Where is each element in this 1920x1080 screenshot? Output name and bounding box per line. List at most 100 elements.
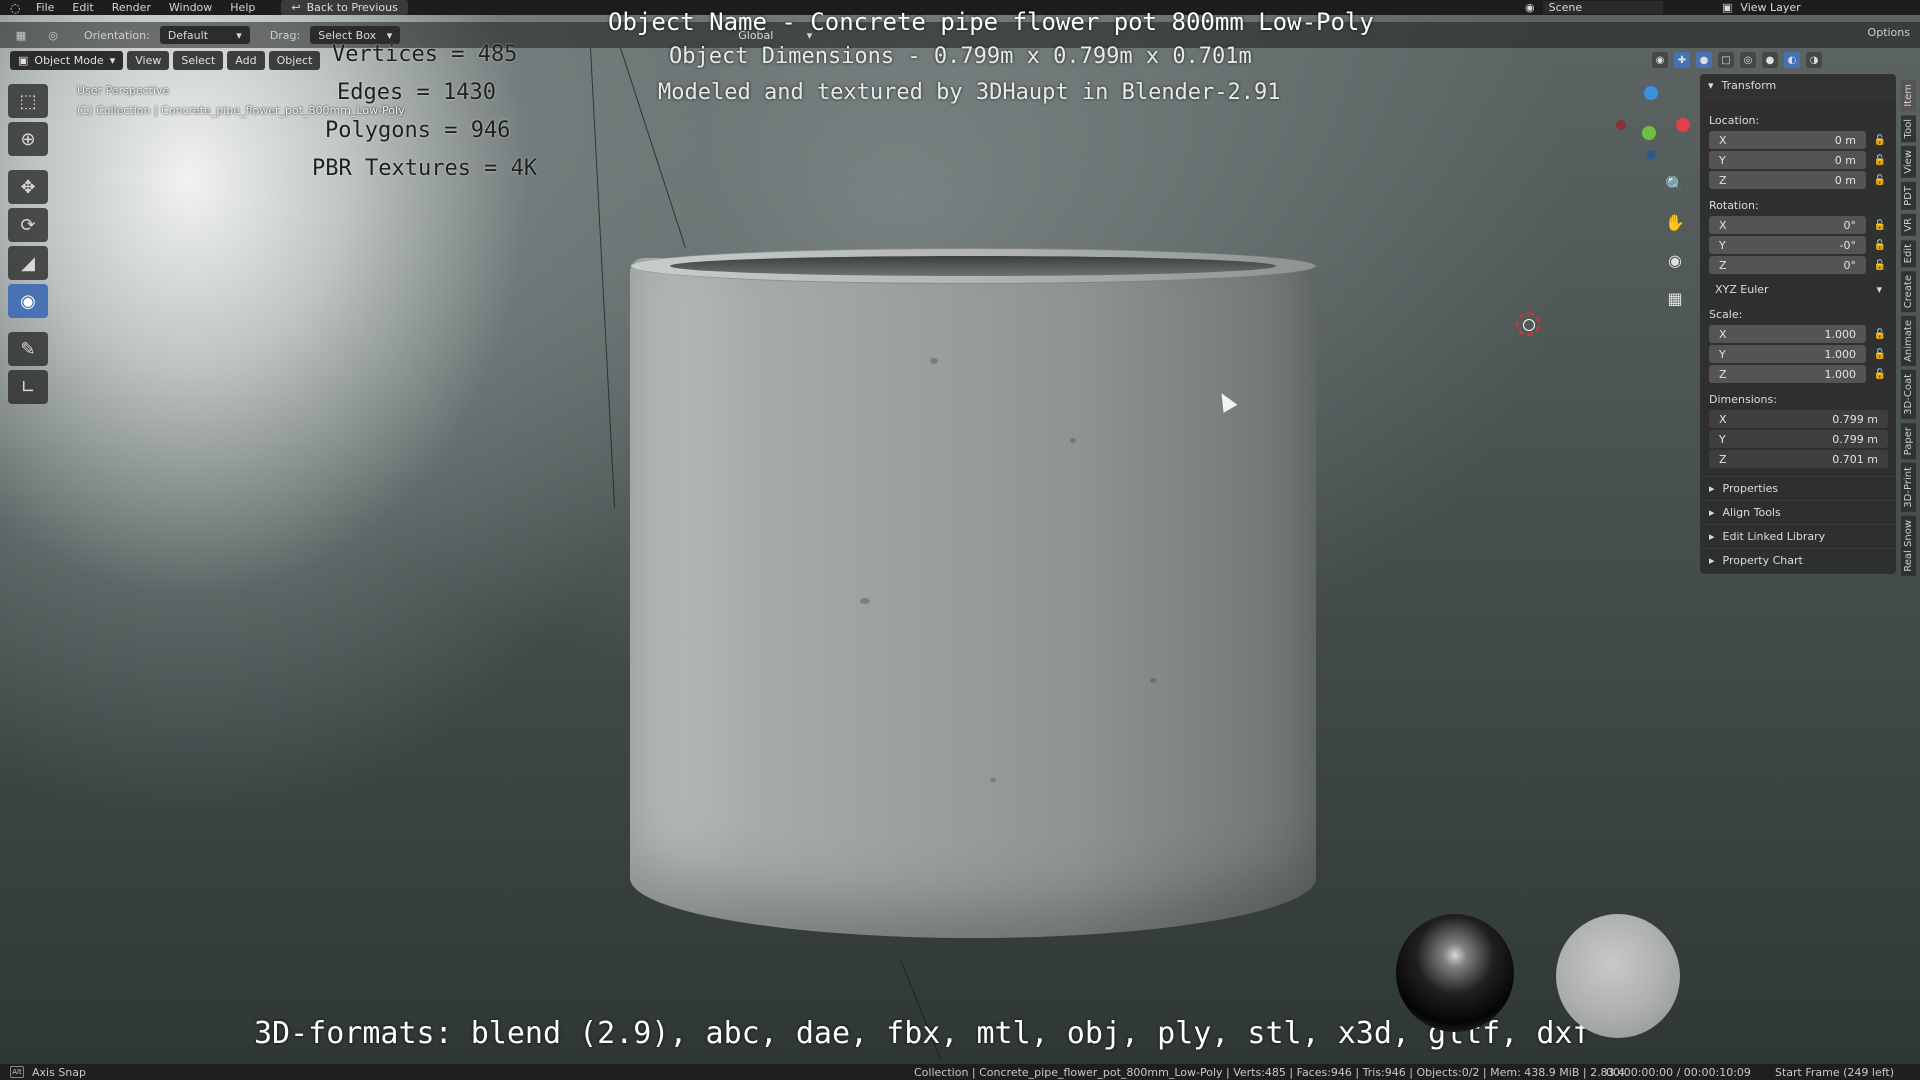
scene-name-field[interactable]: Scene — [1542, 1, 1663, 14]
object-menu[interactable]: Object — [268, 51, 321, 70]
dimensions-x-field[interactable]: X 0.799 m — [1709, 410, 1888, 428]
scene-selector[interactable]: ◉ Scene — [1525, 0, 1663, 15]
lock-icon[interactable]: 🔓 — [1872, 172, 1888, 188]
align-tools-section-header[interactable]: ▸ Align Tools — [1700, 500, 1896, 524]
navigation-gizmo[interactable] — [1612, 84, 1690, 160]
lock-icon[interactable]: 🔓 — [1872, 366, 1888, 382]
pan-hand-icon[interactable]: ✋ — [1660, 208, 1690, 236]
ortho-grid-icon[interactable]: ▦ — [1660, 284, 1690, 312]
active-tool-icon[interactable]: ◎ — [42, 25, 64, 45]
orientation-label: Orientation: — [84, 28, 150, 42]
axis-label: Y — [1719, 347, 1726, 361]
lock-icon[interactable]: 🔓 — [1872, 257, 1888, 273]
lock-icon[interactable]: 🔓 — [1872, 326, 1888, 342]
property-chart-section-header[interactable]: ▸ Property Chart — [1700, 548, 1896, 572]
scale-x-field[interactable]: X 1.000 — [1709, 325, 1866, 343]
annotate-tool-icon[interactable]: ✎ — [8, 332, 48, 366]
chevron-down-icon: ▾ — [1708, 79, 1714, 92]
solid-shading-icon[interactable]: ● — [1762, 52, 1778, 68]
rotation-mode-dropdown[interactable]: XYZ Euler ▾ — [1709, 280, 1888, 298]
x-axis-icon[interactable] — [1676, 118, 1690, 132]
transform-title: Transform — [1721, 79, 1777, 92]
add-menu[interactable]: Add — [227, 51, 265, 70]
axis-label: Z — [1719, 367, 1727, 381]
tab-pdt[interactable]: PDT — [1900, 181, 1916, 210]
select-menu[interactable]: Select — [173, 51, 224, 70]
tab-3d-print[interactable]: 3D-Print — [1900, 463, 1916, 512]
scene-statistics: Collection | Concrete_pipe_flower_pot_80… — [914, 1065, 1626, 1079]
dimensions-z-row: Z 0.701 m — [1709, 450, 1888, 468]
chevron-right-icon: ▸ — [1709, 530, 1715, 543]
view-layer-selector[interactable]: ▣ View Layer — [1722, 0, 1801, 15]
lock-icon[interactable]: 🔓 — [1872, 346, 1888, 362]
tab-view[interactable]: View — [1900, 146, 1916, 178]
wireframe-shading-icon[interactable]: ◎ — [1740, 52, 1756, 68]
select-box-tool-icon[interactable]: ⬚ — [8, 84, 48, 118]
rotate-tool-icon[interactable]: ⟳ — [8, 208, 48, 242]
scale-z-field[interactable]: Z 1.000 — [1709, 365, 1866, 383]
field-value: 0° — [1843, 218, 1857, 232]
rotation-z-field[interactable]: Z 0° — [1709, 256, 1866, 274]
overlay-toggle-icon[interactable]: ● — [1696, 52, 1712, 68]
lock-icon[interactable]: 🔓 — [1872, 132, 1888, 148]
dimensions-z-field[interactable]: Z 0.701 m — [1709, 450, 1888, 468]
rotation-x-field[interactable]: X 0° — [1709, 216, 1866, 234]
menu-help[interactable]: Help — [230, 1, 255, 14]
3d-cursor-icon[interactable] — [1516, 312, 1540, 336]
cursor-tool-icon[interactable]: ⊕ — [8, 122, 48, 156]
visibility-icon[interactable]: ◉ — [1652, 52, 1668, 68]
scale-x-row: X 1.000 🔓 — [1709, 325, 1888, 343]
dimensions-label: Dimensions: — [1709, 393, 1777, 406]
measure-tool-icon[interactable]: ∟ — [8, 370, 48, 404]
rotation-y-field[interactable]: Y -0° — [1709, 236, 1866, 254]
blender-logo-icon[interactable]: ◌ — [10, 2, 26, 14]
options-dropdown[interactable]: Options — [1868, 26, 1910, 39]
gizmo-toggle-icon[interactable]: ✚ — [1674, 52, 1690, 68]
view-menu[interactable]: View — [127, 51, 170, 70]
tab-edit[interactable]: Edit — [1900, 239, 1916, 267]
location-y-field[interactable]: Y 0 m — [1709, 151, 1866, 169]
camera-view-icon[interactable]: ◉ — [1660, 246, 1690, 274]
scale-y-field[interactable]: Y 1.000 — [1709, 345, 1866, 363]
properties-section-header[interactable]: ▸ Properties — [1700, 476, 1896, 500]
flower-pot-model[interactable] — [630, 248, 1316, 968]
tab-create[interactable]: Create — [1900, 270, 1916, 313]
location-z-field[interactable]: Z 0 m — [1709, 171, 1866, 189]
zoom-icon[interactable]: 🔍 — [1660, 170, 1690, 198]
move-tool-icon[interactable]: ✥ — [8, 170, 48, 204]
tab-paper[interactable]: Paper — [1900, 422, 1916, 460]
transform-tool-icon[interactable]: ◉ — [8, 284, 48, 318]
menu-edit[interactable]: Edit — [72, 1, 93, 14]
tab-tool[interactable]: Tool — [1900, 114, 1916, 143]
view-layer-name[interactable]: View Layer — [1740, 1, 1800, 14]
editor-type-icon[interactable]: ▦ — [10, 25, 32, 45]
y-axis-icon[interactable] — [1642, 126, 1656, 140]
orientation-dropdown[interactable]: Default ▾ — [159, 26, 250, 44]
location-x-field[interactable]: X 0 m — [1709, 131, 1866, 149]
playback-time: 00:00:00:00 / 00:00:10:09 — [1606, 1065, 1751, 1079]
back-to-previous-button[interactable]: ↩ Back to Previous — [281, 0, 408, 15]
lock-icon[interactable]: 🔓 — [1872, 237, 1888, 253]
transform-section-header[interactable]: ▾ Transform — [1700, 74, 1896, 98]
tab-vr[interactable]: VR — [1900, 213, 1916, 236]
menu-window[interactable]: Window — [169, 1, 212, 14]
material-shading-icon[interactable]: ◐ — [1784, 52, 1800, 68]
rendered-shading-icon[interactable]: ◑ — [1806, 52, 1822, 68]
dimensions-y-field[interactable]: Y 0.799 m — [1709, 430, 1888, 448]
xray-toggle-icon[interactable]: □ — [1718, 52, 1734, 68]
transform-section: Location: X 0 m 🔓 Y 0 m 🔓 Z 0 m 🔓 Rotation: X 0… — [1700, 98, 1896, 468]
lock-icon[interactable]: 🔓 — [1872, 152, 1888, 168]
tab-real-snow[interactable]: Real Snow — [1900, 515, 1916, 576]
lock-icon[interactable]: 🔓 — [1872, 217, 1888, 233]
tab-3d-coat[interactable]: 3D-Coat — [1900, 370, 1916, 419]
tab-animate[interactable]: Animate — [1900, 316, 1916, 367]
z-axis-icon[interactable] — [1644, 86, 1658, 100]
chevron-down-icon: ▾ — [109, 54, 116, 67]
scale-tool-icon[interactable]: ◢ — [8, 246, 48, 280]
tab-item[interactable]: Item — [1900, 80, 1916, 111]
field-value: 1.000 — [1824, 327, 1857, 341]
menu-render[interactable]: Render — [112, 1, 151, 14]
edit-linked-library-section-header[interactable]: ▸ Edit Linked Library — [1700, 524, 1896, 548]
object-mode-dropdown[interactable]: ▣ Object Mode ▾ — [10, 51, 124, 70]
menu-file[interactable]: File — [36, 1, 54, 14]
